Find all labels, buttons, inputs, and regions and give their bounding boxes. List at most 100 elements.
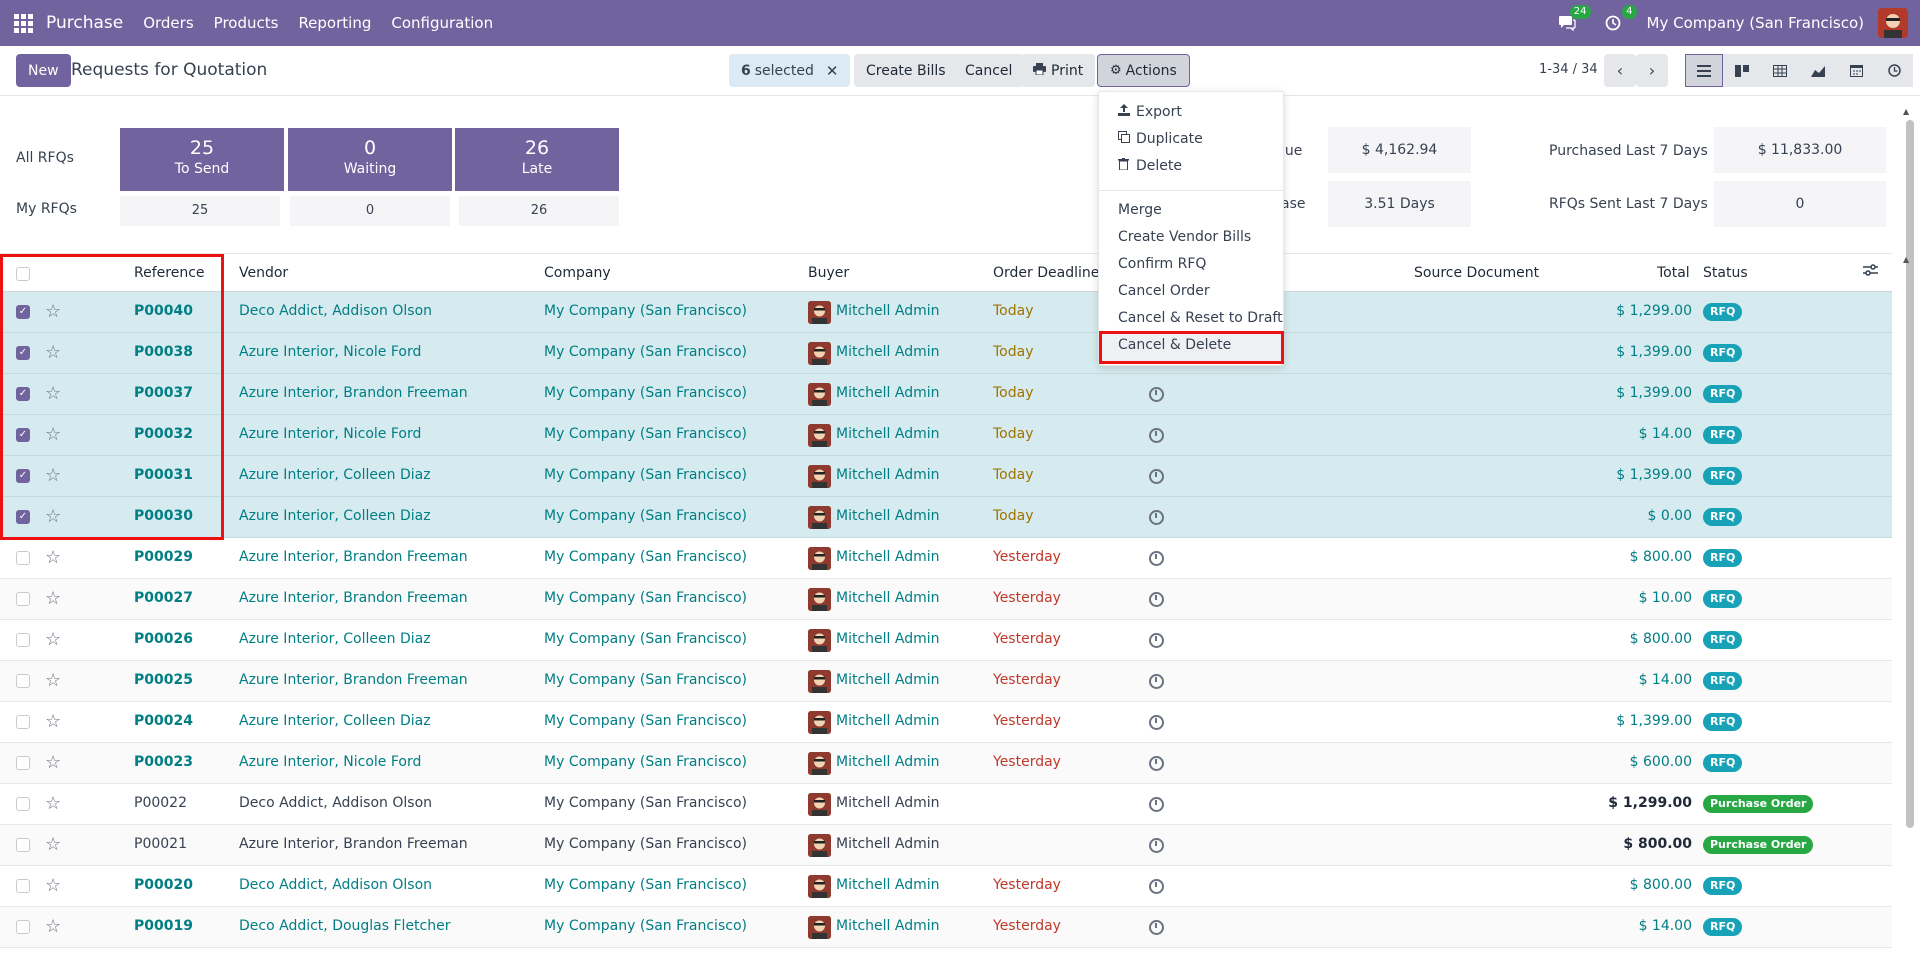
cell-company[interactable]: My Company (San Francisco) (544, 795, 747, 811)
table-row[interactable]: ☆ P00023 Azure Interior, Nicole Ford My Com… (0, 743, 1892, 784)
cell-buyer[interactable]: Mitchell Admin (836, 467, 940, 483)
cell-vendor[interactable]: Azure Interior, Colleen Diaz (239, 713, 431, 729)
menu-products[interactable]: Products (214, 14, 279, 32)
cell-reference[interactable]: P00022 (134, 795, 187, 811)
select-all-checkbox[interactable] (16, 267, 30, 281)
cell-buyer[interactable]: Mitchell Admin (836, 590, 940, 606)
apps-menu-icon[interactable] (0, 0, 46, 46)
row-checkbox[interactable] (16, 715, 30, 729)
cell-vendor[interactable]: Azure Interior, Nicole Ford (239, 426, 421, 442)
row-checkbox[interactable] (16, 756, 30, 770)
cell-buyer[interactable]: Mitchell Admin (836, 836, 940, 852)
cell-reference[interactable]: P00020 (134, 877, 193, 893)
menu-configuration[interactable]: Configuration (391, 14, 493, 32)
app-brand[interactable]: Purchase (46, 13, 123, 33)
cell-reference[interactable]: P00031 (134, 467, 193, 483)
col-total[interactable]: Total (1657, 265, 1690, 281)
cell-company[interactable]: My Company (San Francisco) (544, 508, 747, 524)
row-checkbox[interactable] (16, 838, 30, 852)
activity-clock-icon[interactable] (1149, 920, 1164, 935)
cell-vendor[interactable]: Azure Interior, Colleen Diaz (239, 467, 431, 483)
action-delete[interactable]: Delete (1118, 158, 1182, 174)
cell-buyer[interactable]: Mitchell Admin (836, 303, 940, 319)
activity-clock-icon[interactable] (1149, 551, 1164, 566)
row-checkbox[interactable] (16, 920, 30, 934)
activity-clock-icon[interactable]: 4 (1601, 5, 1637, 35)
pager-next-icon[interactable]: › (1636, 54, 1668, 87)
activity-clock-icon[interactable] (1149, 510, 1164, 525)
cell-vendor[interactable]: Deco Addict, Addison Olson (239, 877, 432, 893)
action-confirm-rfq[interactable]: Confirm RFQ (1118, 256, 1206, 272)
cell-company[interactable]: My Company (San Francisco) (544, 877, 747, 893)
cell-buyer[interactable]: Mitchell Admin (836, 344, 940, 360)
star-icon[interactable]: ☆ (45, 629, 61, 650)
action-create-vendor-bills[interactable]: Create Vendor Bills (1118, 229, 1251, 245)
table-row[interactable]: ☆ P00020 Deco Addict, Addison Olson My Comp… (0, 866, 1892, 907)
cell-vendor[interactable]: Deco Addict, Addison Olson (239, 303, 432, 319)
cell-reference[interactable]: P00024 (134, 713, 193, 729)
star-icon[interactable]: ☆ (45, 711, 61, 732)
cell-company[interactable]: My Company (San Francisco) (544, 344, 747, 360)
cell-company[interactable]: My Company (San Francisco) (544, 836, 747, 852)
col-status[interactable]: Status (1703, 265, 1748, 281)
company-switcher[interactable]: My Company (San Francisco) (1647, 14, 1864, 32)
cell-reference[interactable]: P00023 (134, 754, 193, 770)
cell-buyer[interactable]: Mitchell Admin (836, 877, 940, 893)
cell-reference[interactable]: P00037 (134, 385, 193, 401)
cell-reference[interactable]: P00026 (134, 631, 193, 647)
activity-clock-icon[interactable] (1149, 838, 1164, 853)
my-waiting[interactable]: 0 (290, 196, 450, 226)
col-reference[interactable]: Reference (134, 265, 205, 281)
cell-company[interactable]: My Company (San Francisco) (544, 385, 747, 401)
table-row[interactable]: ✓ ☆ P00032 Azure Interior, Nicole Ford My Co… (0, 415, 1892, 456)
action-cancel-reset-draft[interactable]: Cancel & Reset to Draft (1118, 310, 1283, 326)
row-checkbox[interactable] (16, 633, 30, 647)
pager-previous-icon[interactable]: ‹ (1604, 54, 1636, 87)
row-checkbox[interactable] (16, 797, 30, 811)
cell-buyer[interactable]: Mitchell Admin (836, 795, 940, 811)
cell-vendor[interactable]: Azure Interior, Brandon Freeman (239, 385, 468, 401)
pager-value[interactable]: 1-34 / 34 (1539, 62, 1598, 77)
create-bills-button[interactable]: Create Bills (854, 54, 958, 87)
table-row[interactable]: ☆ P00021 Azure Interior, Brandon Freeman My… (0, 825, 1892, 866)
col-source-document[interactable]: Source Document (1414, 265, 1539, 281)
table-row[interactable]: ☆ P00027 Azure Interior, Brandon Freeman My… (0, 579, 1892, 620)
cell-vendor[interactable]: Azure Interior, Brandon Freeman (239, 836, 468, 852)
table-row[interactable]: ☆ P00025 Azure Interior, Brandon Freeman My… (0, 661, 1892, 702)
star-icon[interactable]: ☆ (45, 588, 61, 609)
table-row[interactable]: ☆ P00024 Azure Interior, Colleen Diaz My Co… (0, 702, 1892, 743)
star-icon[interactable]: ☆ (45, 670, 61, 691)
row-checkbox[interactable] (16, 551, 30, 565)
action-export[interactable]: Export (1118, 104, 1182, 120)
my-to-send[interactable]: 25 (120, 196, 280, 226)
cell-company[interactable]: My Company (San Francisco) (544, 713, 747, 729)
star-icon[interactable]: ☆ (45, 506, 61, 527)
to-send-tile[interactable]: 25 To Send (120, 128, 284, 191)
table-row[interactable]: ✓ ☆ P00030 Azure Interior, Colleen Diaz My C… (0, 497, 1892, 538)
table-row[interactable]: ☆ P00026 Azure Interior, Colleen Diaz My Co… (0, 620, 1892, 661)
cell-reference[interactable]: P00029 (134, 549, 193, 565)
cell-vendor[interactable]: Azure Interior, Colleen Diaz (239, 631, 431, 647)
cell-reference[interactable]: P00030 (134, 508, 193, 524)
cell-buyer[interactable]: Mitchell Admin (836, 918, 940, 934)
cell-company[interactable]: My Company (San Francisco) (544, 426, 747, 442)
col-company[interactable]: Company (544, 265, 611, 281)
star-icon[interactable]: ☆ (45, 752, 61, 773)
activity-clock-icon[interactable] (1149, 715, 1164, 730)
cell-company[interactable]: My Company (San Francisco) (544, 918, 747, 934)
late-tile[interactable]: 26 Late (455, 128, 619, 191)
row-checkbox[interactable]: ✓ (16, 346, 30, 360)
cell-buyer[interactable]: Mitchell Admin (836, 672, 940, 688)
cell-company[interactable]: My Company (San Francisco) (544, 549, 747, 565)
cancel-button[interactable]: Cancel (953, 54, 1025, 87)
cell-vendor[interactable]: Deco Addict, Addison Olson (239, 795, 432, 811)
cell-vendor[interactable]: Deco Addict, Douglas Fletcher (239, 918, 451, 934)
cell-vendor[interactable]: Azure Interior, Brandon Freeman (239, 672, 468, 688)
col-buyer[interactable]: Buyer (808, 265, 849, 281)
table-row[interactable]: ✓ ☆ P00037 Azure Interior, Brandon Freeman M… (0, 374, 1892, 415)
action-duplicate[interactable]: Duplicate (1118, 131, 1203, 147)
cell-reference[interactable]: P00040 (134, 303, 193, 319)
calendar-view-icon[interactable] (1837, 54, 1875, 87)
cell-reference[interactable]: P00027 (134, 590, 193, 606)
cell-company[interactable]: My Company (San Francisco) (544, 631, 747, 647)
